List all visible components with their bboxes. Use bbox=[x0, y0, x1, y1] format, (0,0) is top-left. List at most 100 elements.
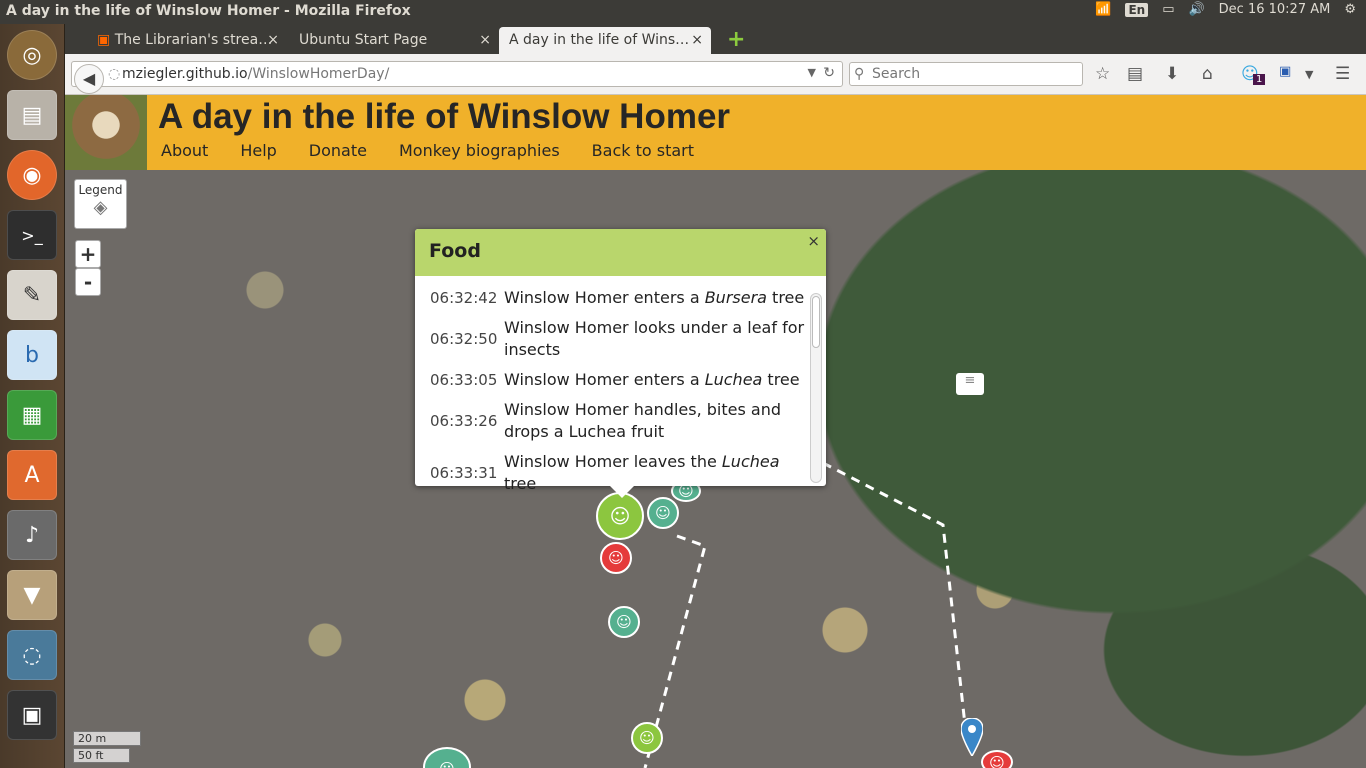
site-header: A day in the life of Winslow Homer About… bbox=[65, 95, 1366, 170]
satellite-map[interactable]: Legend ◈ + - ≡ ☺ ☺ ☺ ☺ ☺ ☺ ☺ ☺ 20 m 50 f… bbox=[65, 170, 1366, 768]
clock[interactable]: Dec 16 10:27 AM bbox=[1219, 2, 1331, 17]
alert-marker[interactable]: ☺ bbox=[600, 542, 632, 574]
zoom-out-button[interactable]: - bbox=[75, 268, 101, 296]
text-editor-icon[interactable]: ✎ bbox=[7, 270, 57, 320]
adblock-icon[interactable]: ▣ bbox=[1279, 64, 1291, 79]
comment-icon[interactable]: ≡ bbox=[956, 373, 984, 395]
menu-help[interactable]: Help bbox=[240, 141, 276, 160]
site-identity-icon[interactable]: ◌ bbox=[108, 66, 120, 82]
site-menu: About Help Donate Monkey biographies Bac… bbox=[161, 141, 694, 160]
scrollbar-thumb[interactable] bbox=[812, 296, 820, 348]
layers-icon: ◈ bbox=[93, 197, 108, 218]
event-row: 06:32:50 Winslow Homer looks under a leaf… bbox=[415, 317, 805, 361]
event-time: 06:33:05 bbox=[430, 371, 498, 389]
new-tab-button[interactable]: + bbox=[717, 27, 755, 54]
event-row: 06:32:42 Winslow Homer enters a Bursera t… bbox=[415, 287, 805, 309]
reload-icon[interactable]: ↻ bbox=[823, 65, 835, 81]
sound-icon[interactable]: ♪ bbox=[7, 510, 57, 560]
popup-title: Food bbox=[415, 229, 826, 276]
food-marker[interactable]: ☺ bbox=[631, 722, 663, 754]
menu-monkey-biographies[interactable]: Monkey biographies bbox=[399, 141, 560, 160]
species-name: Luchea bbox=[721, 452, 780, 471]
ubuntu-dash-icon[interactable]: ◎ bbox=[7, 30, 57, 80]
event-time: 06:32:50 bbox=[430, 330, 498, 348]
event-time: 06:32:42 bbox=[430, 289, 498, 307]
search-input[interactable]: ⚲ Search bbox=[849, 62, 1083, 86]
page-title: A day in the life of Winslow Homer bbox=[158, 97, 731, 136]
chevron-down-icon[interactable]: ▼ bbox=[1305, 68, 1313, 81]
species-name: Bursera bbox=[704, 288, 767, 307]
food-popup: Food × 06:32:42 Winslow Homer enters a Bu… bbox=[415, 229, 826, 498]
menu-icon[interactable]: ☰ bbox=[1335, 64, 1350, 84]
close-tab-icon[interactable]: × bbox=[267, 32, 279, 48]
popup-scrollbar[interactable] bbox=[810, 293, 822, 483]
tab-ubuntu-start[interactable]: Ubuntu Start Page × bbox=[289, 27, 499, 54]
archive-icon[interactable]: ▼ bbox=[7, 570, 57, 620]
event-time: 06:33:31 bbox=[430, 464, 498, 482]
event-description: Winslow Homer enters a Bursera tree bbox=[504, 288, 805, 307]
event-description: Winslow Homer handles, bites and drops a… bbox=[504, 400, 781, 441]
wifi-icon[interactable]: 📶 bbox=[1095, 2, 1111, 17]
tab-bar: ▣ The Librarian's strea… × Ubuntu Start … bbox=[65, 24, 1366, 54]
movement-path bbox=[822, 461, 967, 726]
software-center-icon[interactable]: A bbox=[7, 450, 57, 500]
back-button[interactable]: ◀ bbox=[74, 64, 104, 94]
scale-metric: 20 m bbox=[73, 731, 141, 746]
legend-button[interactable]: Legend ◈ bbox=[74, 179, 127, 229]
close-tab-icon[interactable]: × bbox=[479, 32, 491, 48]
close-tab-icon[interactable]: × bbox=[691, 32, 703, 48]
soundcloud-icon: ▣ bbox=[97, 32, 111, 48]
legend-label: Legend bbox=[78, 183, 123, 197]
reading-list-icon[interactable]: ▤ bbox=[1127, 64, 1143, 84]
location-pin-icon[interactable] bbox=[960, 717, 984, 758]
url-domain: mziegler.github.io bbox=[122, 66, 248, 82]
search-placeholder: Search bbox=[872, 66, 921, 82]
scale-imperial: 50 ft bbox=[73, 748, 130, 763]
gear-icon[interactable]: ⚙ bbox=[1344, 2, 1356, 17]
tab-label: The Librarian's strea… bbox=[114, 32, 273, 48]
system-top-bar: A day in the life of Winslow Homer - Moz… bbox=[0, 0, 1366, 24]
zoom-in-button[interactable]: + bbox=[75, 240, 101, 268]
bookmark-star-icon[interactable]: ☆ bbox=[1095, 64, 1110, 84]
menu-donate[interactable]: Donate bbox=[309, 141, 367, 160]
dropdown-icon[interactable]: ▼ bbox=[808, 66, 816, 79]
menu-back-to-start[interactable]: Back to start bbox=[592, 141, 694, 160]
firefox-icon[interactable]: ◉ bbox=[7, 150, 57, 200]
trash-icon[interactable]: ▣ bbox=[7, 690, 57, 740]
spreadsheet-icon[interactable]: ▦ bbox=[7, 390, 57, 440]
bluefish-icon[interactable]: b bbox=[7, 330, 57, 380]
downloads-icon[interactable]: ⬇ bbox=[1165, 64, 1179, 84]
navigation-bar: ◀ ◌ mziegler.github.io/WinslowHomerDay/ … bbox=[65, 54, 1366, 95]
home-icon[interactable]: ⌂ bbox=[1202, 64, 1213, 84]
unity-launcher: ◎ ▤ ◉ >_ ✎ b ▦ A ♪ ▼ ◌ ▣ bbox=[0, 24, 65, 768]
tab-label: Ubuntu Start Page bbox=[299, 32, 428, 48]
system-tray: 📶 En ▭ 🔊 Dec 16 10:27 AM ⚙ bbox=[1095, 2, 1356, 17]
battery-icon[interactable]: ▭ bbox=[1162, 2, 1174, 17]
search-icon: ⚲ bbox=[854, 66, 865, 82]
terminal-icon[interactable]: >_ bbox=[7, 210, 57, 260]
event-list[interactable]: 06:32:42 Winslow Homer enters a Bursera t… bbox=[415, 287, 805, 503]
event-row: 06:33:26 Winslow Homer handles, bites and… bbox=[415, 399, 805, 443]
notification-badge: 1 bbox=[1253, 74, 1266, 85]
tab-winslow-homer[interactable]: A day in the life of Wins… × bbox=[499, 27, 711, 54]
monkey-avatar[interactable] bbox=[65, 95, 147, 170]
menu-about[interactable]: About bbox=[161, 141, 208, 160]
tab-librarian[interactable]: ▣ The Librarian's strea… × bbox=[87, 27, 287, 54]
event-description: Winslow Homer looks under a leaf for ins… bbox=[504, 318, 805, 359]
alert-marker[interactable]: ☺ bbox=[981, 750, 1013, 768]
tab-label: A day in the life of Wins… bbox=[509, 32, 690, 48]
event-description: Winslow Homer enters a Luchea tree bbox=[504, 370, 800, 389]
window-title: A day in the life of Winslow Homer - Moz… bbox=[6, 3, 411, 19]
url-path: /WinslowHomerDay/ bbox=[247, 66, 390, 82]
popup-tip bbox=[610, 486, 634, 498]
disk-icon[interactable]: ◌ bbox=[7, 630, 57, 680]
close-icon[interactable]: × bbox=[807, 232, 820, 250]
files-icon[interactable]: ▤ bbox=[7, 90, 57, 140]
keyboard-layout-indicator[interactable]: En bbox=[1125, 2, 1149, 17]
group-marker[interactable]: ☺ bbox=[608, 606, 640, 638]
event-row: 06:33:05 Winslow Homer enters a Luchea tr… bbox=[415, 369, 805, 391]
url-bar[interactable]: ◀ ◌ mziegler.github.io/WinslowHomerDay/ … bbox=[71, 61, 843, 94]
event-time: 06:33:26 bbox=[430, 412, 498, 430]
volume-icon[interactable]: 🔊 bbox=[1188, 2, 1204, 17]
web-page: A day in the life of Winslow Homer About… bbox=[65, 95, 1366, 768]
